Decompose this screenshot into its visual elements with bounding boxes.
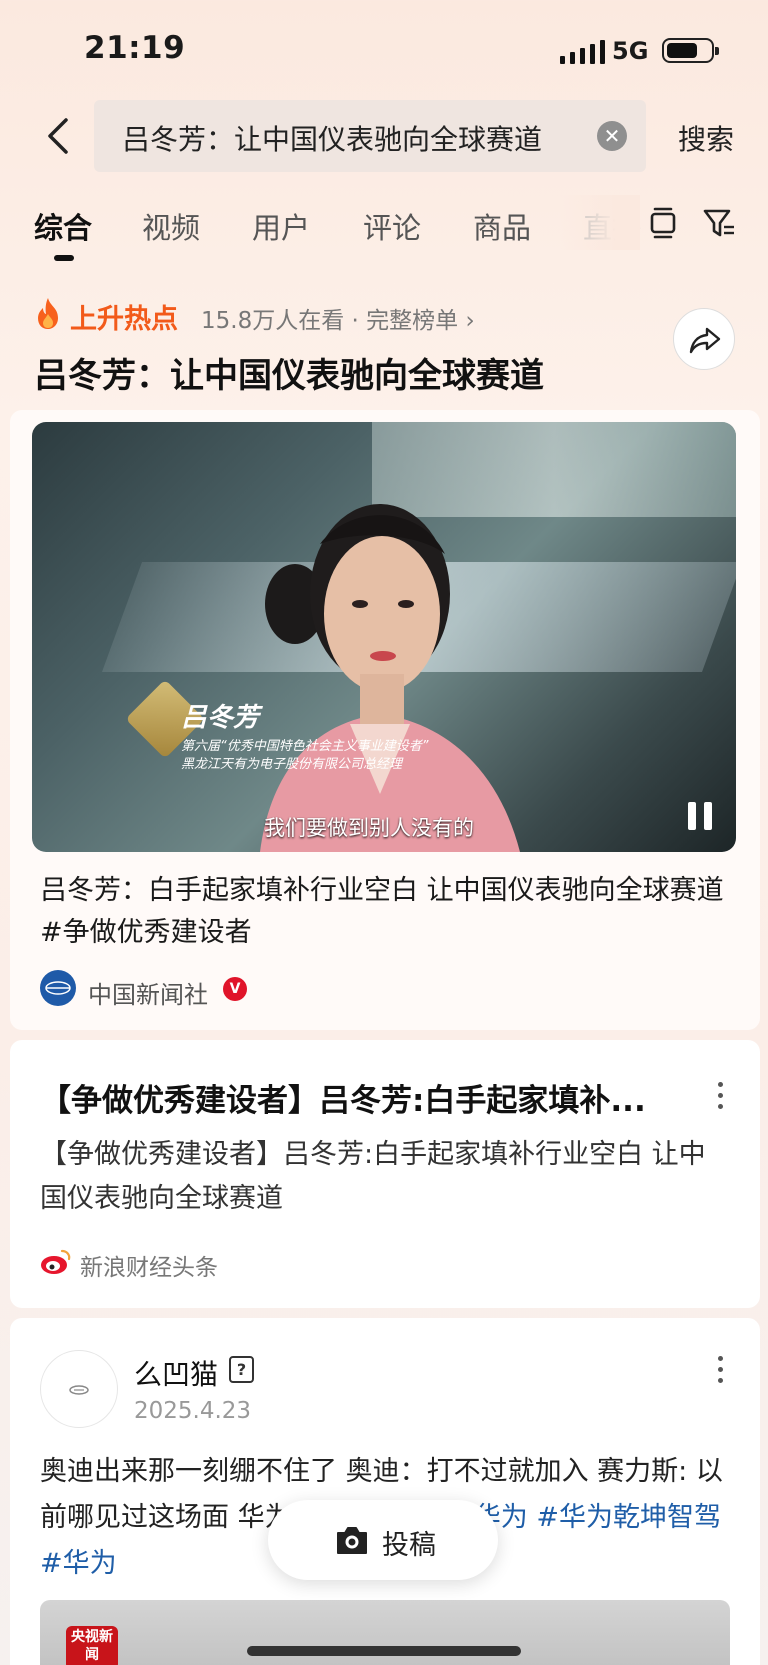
tab-fade	[560, 195, 640, 250]
layout-toggle-icon[interactable]	[648, 206, 678, 240]
network-label: 5G	[612, 37, 649, 65]
clear-search-icon[interactable]: ✕	[597, 121, 627, 151]
video-name-line-2: 黑龙江天有为电子股份有限公司总经理	[181, 757, 403, 772]
verified-badge: V	[223, 977, 247, 1001]
status-time: 21:19	[84, 30, 186, 66]
active-tab-indicator	[54, 255, 74, 261]
more-options-icon[interactable]	[716, 1082, 724, 1114]
share-button[interactable]	[673, 308, 735, 370]
fire-icon	[38, 298, 58, 329]
search-button[interactable]: 搜索	[678, 118, 734, 158]
signal-icon	[560, 38, 605, 64]
post-date: 2025.4.23	[134, 1398, 252, 1424]
tab-video[interactable]: 视频	[142, 205, 200, 247]
tab-products[interactable]: 商品	[473, 205, 531, 247]
submit-post-label[interactable]: 投稿	[382, 1523, 436, 1562]
share-icon	[689, 327, 721, 354]
video-name-line-1: 第六届“优秀中国特色社会主义事业建设者”	[181, 739, 429, 754]
video-name-text: 吕冬芳	[181, 703, 260, 733]
tab-comments[interactable]: 评论	[363, 205, 421, 247]
video-title[interactable]: 吕冬芳：白手起家填补行业空白 让中国仪表驰向全球赛道 #争做优秀建设者	[40, 870, 730, 954]
weibo-icon	[41, 1249, 71, 1274]
globe-icon	[45, 981, 71, 995]
pause-icon[interactable]	[688, 802, 714, 830]
tab-comprehensive[interactable]: 综合	[34, 205, 92, 247]
video-subtitle: 我们要做到别人没有的	[264, 816, 474, 840]
hashtag-link[interactable]: #华为乾坤智驾	[536, 1502, 721, 1533]
page-title: 吕冬芳：让中国仪表驰向全球赛道	[34, 356, 544, 396]
hashtag-link[interactable]: #华为	[40, 1548, 117, 1579]
home-indicator[interactable]	[247, 1646, 521, 1656]
article-summary[interactable]: 【争做优秀建设者】吕冬芳:白手起家填补行业空白 让中国仪表驰向全球赛道	[40, 1133, 720, 1221]
battery-icon	[662, 38, 719, 63]
post-username[interactable]: 么凹猫	[134, 1353, 218, 1393]
camera-icon	[337, 1527, 367, 1554]
post-more-options-icon[interactable]	[716, 1356, 724, 1388]
avatar-placeholder-icon	[69, 1385, 89, 1395]
chevron-right-icon: ›	[465, 308, 475, 334]
hot-badge: 上升热点	[70, 304, 178, 335]
tab-users[interactable]: 用户	[252, 205, 310, 247]
back-arrow-icon[interactable]	[40, 114, 80, 158]
cctv-news-logo: 央视新闻	[66, 1626, 118, 1665]
article-source[interactable]: 新浪财经头条	[80, 1248, 218, 1282]
avatar[interactable]	[40, 1350, 118, 1428]
filter-icon[interactable]	[702, 206, 736, 240]
video-person-image	[260, 504, 520, 852]
user-badge-icon: ?	[229, 1356, 254, 1383]
source-avatar[interactable]	[40, 970, 76, 1006]
source-name[interactable]: 中国新闻社	[88, 975, 208, 1010]
article-title[interactable]: 【争做优秀建设者】吕冬芳:白手起家填补...	[40, 1075, 660, 1120]
search-query-text[interactable]: 吕冬芳：让中国仪表驰向全球赛道	[122, 118, 542, 158]
hot-meta-text: 15.8万人在看 · 完整榜单	[201, 308, 459, 334]
hot-meta-link[interactable]: 15.8万人在看 · 完整榜单 ›	[201, 301, 475, 335]
video-player[interactable]: 吕冬芳 第六届“优秀中国特色社会主义事业建设者” 黑龙江天有为电子股份有限公司总…	[32, 422, 736, 852]
